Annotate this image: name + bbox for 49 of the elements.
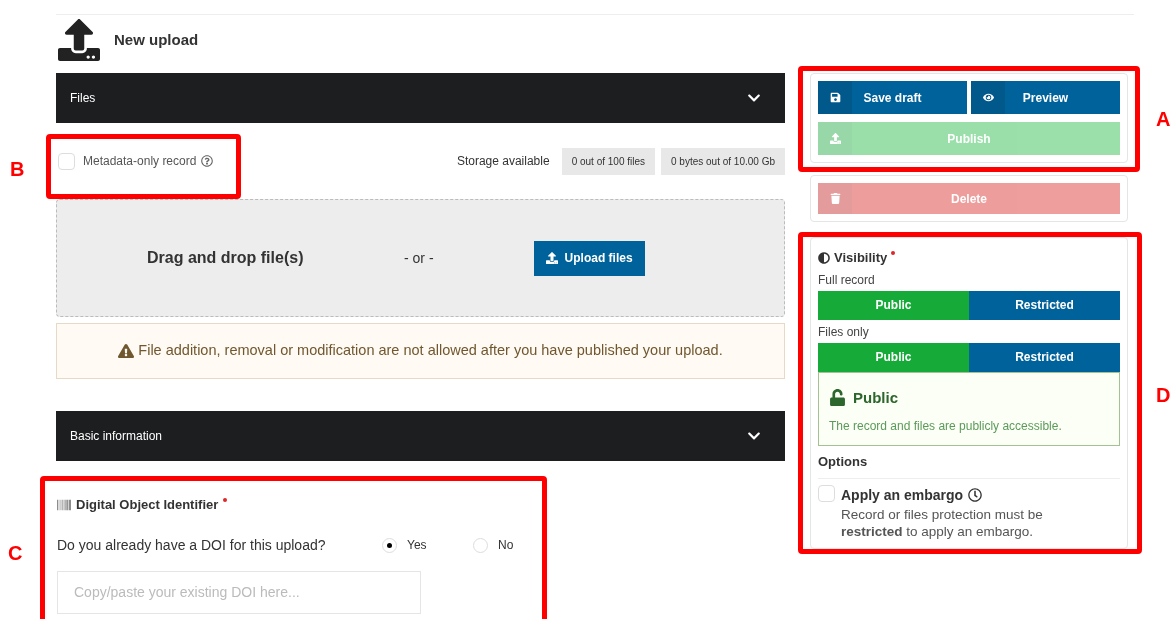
section-header[interactable]: Files xyxy=(56,73,785,123)
annotation-letter: B xyxy=(10,157,25,182)
dropzone[interactable]: Drag and drop file(s) - or - Upload files xyxy=(56,199,785,317)
doi-input-field[interactable]: Copy/paste your existing DOI here... xyxy=(57,570,421,614)
section-title: Files xyxy=(70,90,96,107)
unlocked-padlock-icon xyxy=(829,389,846,407)
radio-button[interactable] xyxy=(473,537,488,553)
upload-icon xyxy=(829,133,841,144)
checkbox[interactable] xyxy=(58,152,75,170)
help-icon[interactable] xyxy=(201,155,214,167)
warning-icon xyxy=(118,343,135,359)
warning-text: File addition, removal or modification are not allowed after you have published your upload. xyxy=(138,341,723,361)
visibility-toggle[interactable]: Restricted xyxy=(969,290,1120,320)
upload-icon xyxy=(58,19,100,61)
checkbox[interactable] xyxy=(818,484,835,502)
separator-text: - or - xyxy=(404,248,434,268)
embargo-help-text: Record or files protection must be restricted to apply an embargo. xyxy=(841,505,1044,540)
options-title: Options xyxy=(818,452,1120,479)
annotation-letter: A xyxy=(1156,107,1171,132)
radio-button[interactable] xyxy=(382,537,397,553)
annotation-letter: D xyxy=(1156,383,1171,408)
notice-title: Public xyxy=(853,387,898,408)
dropzone-text: Drag and drop file(s) xyxy=(147,248,305,268)
upload-files-button[interactable]: Upload files xyxy=(533,240,645,276)
group-label: Full record xyxy=(818,271,876,289)
checkbox-label[interactable]: Apply an embargo xyxy=(841,484,964,506)
section-title: Basic information xyxy=(70,428,163,445)
field-label: Digital Object Identifier xyxy=(76,496,219,514)
storage-badge: 0 out of 100 files xyxy=(561,147,656,175)
preview-button[interactable]: Preview xyxy=(971,81,1120,114)
radio-label[interactable]: Yes xyxy=(407,536,427,554)
notice-text: The record and files are publicly accessible. xyxy=(829,418,1063,435)
trash-icon xyxy=(829,193,841,204)
group-label: Files only xyxy=(818,323,870,341)
question-text: Do you already have a DOI for this upload? xyxy=(57,535,327,555)
upload-icon xyxy=(545,252,558,264)
page-title: New upload xyxy=(114,29,199,50)
storage-badge: 0 bytes out of 10.00 Gb xyxy=(661,147,785,175)
visibility-toggle[interactable]: Restricted xyxy=(969,342,1120,372)
save-button[interactable]: Save draft xyxy=(818,81,967,114)
clock-icon xyxy=(968,488,983,502)
storage-label: Storage available xyxy=(456,153,550,170)
section-header[interactable]: Basic information xyxy=(56,411,785,461)
checkbox-label[interactable]: Metadata-only record xyxy=(83,152,197,170)
eye-icon xyxy=(982,92,994,103)
barcode-icon xyxy=(57,497,71,512)
radio-label[interactable]: No xyxy=(498,536,514,554)
visibility-title: Visibility xyxy=(834,249,888,267)
annotation-letter: C xyxy=(8,541,23,566)
